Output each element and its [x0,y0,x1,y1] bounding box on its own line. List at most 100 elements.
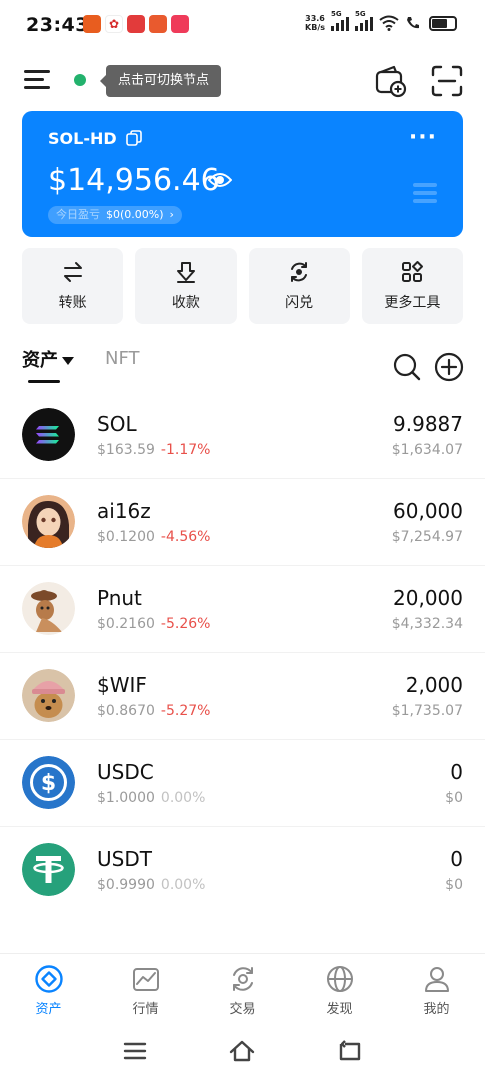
asset-symbol: USDC [97,760,154,784]
nav-item-market[interactable]: 行情 [97,954,194,1021]
market-icon [132,968,159,991]
wallet-more-button[interactable]: ··· [409,125,437,150]
app-notification-icon: ✿ [105,15,123,33]
asset-price: $0.2160 -5.26% [97,616,211,632]
nav-item-profile[interactable]: 我的 [388,954,485,1021]
swap-button[interactable]: 闪兑 [248,248,350,324]
asset-row-sol[interactable]: SOL $163.59 -1.17% 9.9887 $1,634.07 [0,392,485,479]
swap-label: 闪兑 [285,295,314,311]
eye-icon[interactable] [208,171,232,189]
tab-assets[interactable]: 资产 [22,346,74,372]
asset-row-usdc[interactable]: $ USDC $1.0000 0.00% 0 $0 [0,740,485,827]
app-notification-icon [149,15,167,33]
nav-label: 行情 [132,1002,159,1017]
tab-nft[interactable]: NFT [105,348,140,369]
asset-amount: 20,000 [393,586,463,610]
asset-value: $0 [445,877,463,893]
today-pnl-pill[interactable]: 今日盈亏 $0(0.00%) › [48,206,182,224]
signal-icon: 5G [331,10,349,31]
asset-change: -5.26% [160,616,211,632]
status-indicators: 33.6 KB/s 5G 5G [305,10,457,32]
asset-row-wif[interactable]: $WIF $0.8670 -5.27% 2,000 $1,735.07 [0,653,485,740]
app-notification-icon [171,15,189,33]
receive-label: 收款 [171,295,200,311]
asset-change: 0.00% [160,790,206,806]
wallet-card[interactable]: SOL-HD ··· $14,956.46 今日盈亏 $0(0.00%) › [22,111,463,237]
asset-price: $0.9990 0.00% [97,877,206,893]
more-tools-button[interactable]: 更多工具 [361,248,463,324]
caret-down-icon [62,357,74,365]
nav-label: 资产 [35,1002,62,1017]
status-time: 23:43 [26,14,89,36]
asset-price: $0.8670 -5.27% [97,703,211,719]
transfer-button[interactable]: 转账 [22,248,124,324]
asset-symbol: USDT [97,847,152,871]
nav-item-assets[interactable]: 资产 [0,954,97,1021]
swap-icon [291,262,308,282]
nav-label: 我的 [423,1002,450,1017]
pnut-token-icon [22,582,75,635]
today-pnl-value: $0(0.00%) [106,208,164,221]
asset-value: $4,332.34 [391,616,463,632]
tab-active-indicator [28,380,60,383]
asset-row-pnut[interactable]: Pnut $0.2160 -5.26% 20,000 $4,332.34 [0,566,485,653]
battery-icon [429,15,457,31]
wif-token-icon [22,669,75,722]
bottom-nav: 资产 行情 交易 发现 我的 [0,953,485,1021]
node-switch-tooltip: 点击可切换节点 [99,65,222,97]
copy-icon[interactable] [126,130,142,146]
home-icon[interactable] [229,1038,255,1064]
quick-actions: 转账 收款 闪兑 更多工具 [22,248,463,324]
chevron-right-icon: › [169,208,174,221]
asset-price: $0.1200 -4.56% [97,529,211,545]
wallet-balance: $14,956.46 [48,163,220,198]
status-bar: 23:43 ✿ 33.6 KB/s 5G 5G [0,0,485,52]
asset-change: -5.27% [160,703,211,719]
asset-change: -1.17% [160,442,211,458]
today-pnl-label: 今日盈亏 [56,208,100,221]
card-decoration [413,183,437,207]
tools-icon [402,261,424,282]
signal-icon: 5G [355,10,373,31]
asset-row-usdt[interactable]: USDT $0.9990 0.00% 0 $0 [0,827,485,914]
svg-text:$: $ [41,771,56,796]
usdt-token-icon [22,843,75,896]
search-icon[interactable] [392,352,422,382]
asset-amount: 9.9887 [393,412,463,436]
add-wallet-icon[interactable] [374,64,408,98]
scan-icon[interactable] [430,64,464,98]
receive-button[interactable]: 收款 [135,248,237,324]
nav-label: 发现 [326,1002,353,1017]
system-nav-bar [0,1022,485,1080]
back-icon[interactable] [337,1038,363,1064]
nav-label: 交易 [229,1002,256,1017]
transfer-icon [63,262,82,282]
asset-symbol: SOL [97,412,137,436]
asset-amount: 0 [450,760,463,784]
transfer-label: 转账 [58,295,87,311]
asset-amount: 60,000 [393,499,463,523]
discover-icon [326,966,353,992]
trade-icon [232,967,253,991]
app-notification-icon [83,15,101,33]
asset-symbol: ai16z [97,499,151,523]
recent-apps-icon[interactable] [122,1038,148,1064]
nav-item-trade[interactable]: 交易 [194,954,291,1021]
nav-item-discover[interactable]: 发现 [291,954,388,1021]
asset-price: $163.59 -1.17% [97,442,211,458]
asset-list: SOL $163.59 -1.17% 9.9887 $1,634.07 ai16z… [0,392,485,914]
usdc-token-icon: $ [22,756,75,809]
add-token-icon[interactable] [434,352,464,382]
menu-icon[interactable] [24,70,50,90]
notification-icons: ✿ [83,15,189,33]
ai16z-token-icon [22,495,75,548]
asset-price: $1.0000 0.00% [97,790,206,806]
receive-icon [176,262,195,283]
node-status-dot[interactable] [74,74,86,86]
app-notification-icon [127,15,145,33]
wifi-icon [379,15,399,31]
asset-amount: 0 [450,847,463,871]
asset-amount: 2,000 [405,673,463,697]
asset-row-ai16z[interactable]: ai16z $0.1200 -4.56% 60,000 $7,254.97 [0,479,485,566]
asset-value: $7,254.97 [391,529,463,545]
